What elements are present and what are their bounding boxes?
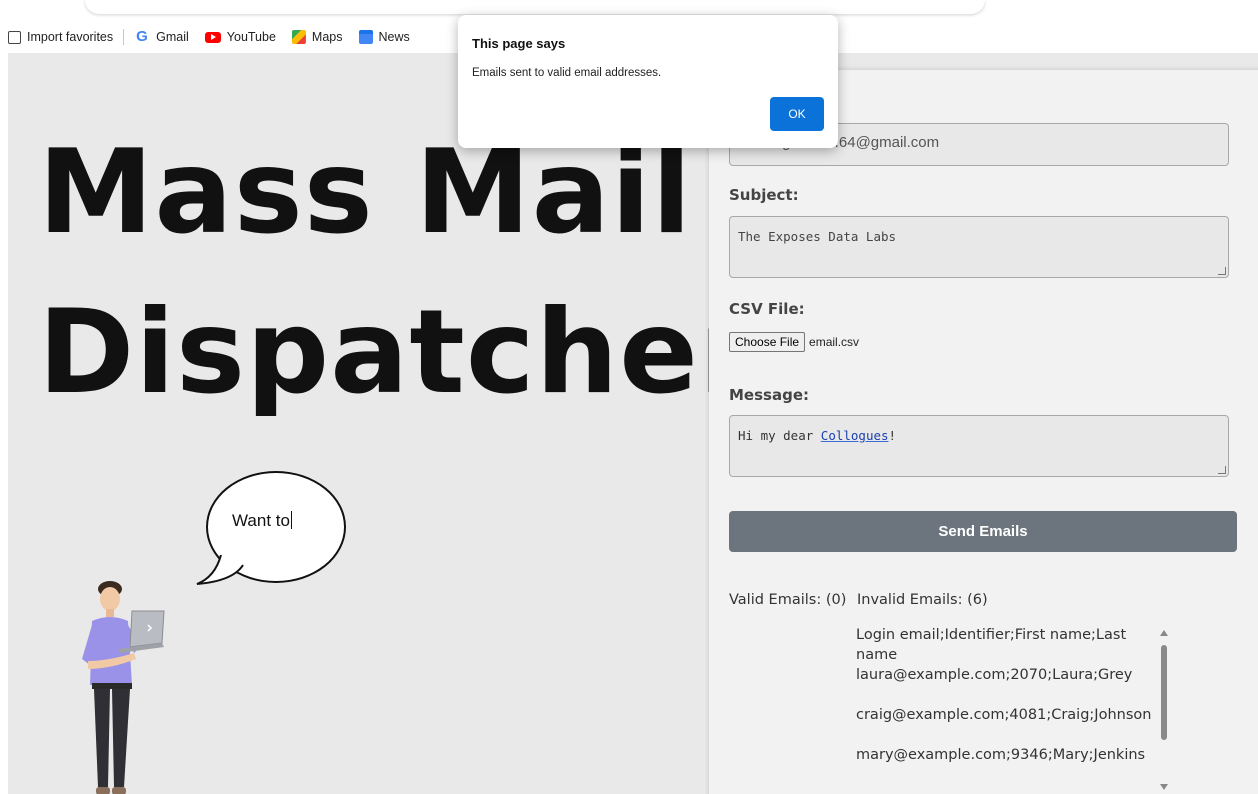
misspelled-word: Collogues (820, 428, 889, 443)
import-icon (8, 30, 21, 44)
choose-file-button[interactable]: Choose File (729, 332, 806, 352)
dialog-title: This page says (472, 36, 566, 51)
bookmark-label: YouTube (226, 30, 276, 44)
email-form-card: zncomgowdu...64@gmail.com Subject: The E… (709, 70, 1258, 794)
valid-emails-count: Valid Emails: (0) (729, 592, 847, 608)
bookmark-youtube[interactable]: YouTube (204, 30, 276, 44)
list-item: Login email;Identifier;First name;Last n… (856, 627, 1127, 663)
csv-file-input: Choose File email.csv (729, 332, 859, 352)
bookmarks-bar: Import favorites G Gmail YouTube Maps Ne… (0, 22, 426, 52)
speech-bubble-tail (196, 555, 244, 585)
scroll-up-arrow-icon[interactable] (1160, 630, 1168, 636)
bookmark-maps[interactable]: Maps (291, 30, 343, 44)
csv-file-label: CSV File: (729, 300, 805, 318)
resize-handle[interactable] (1218, 466, 1226, 474)
bookmark-label: Gmail (156, 30, 189, 44)
send-emails-button[interactable]: Send Emails (729, 511, 1237, 552)
page-content: Mass Mail Dispatcher Want to zncomgowdu.… (8, 53, 1258, 794)
subject-label: Subject: (729, 186, 799, 204)
ok-button[interactable]: OK (770, 97, 824, 131)
speech-bubble-text: Want to (232, 511, 292, 530)
news-icon (358, 30, 373, 44)
google-icon: G (136, 28, 148, 45)
address-bar[interactable] (85, 0, 985, 14)
bookmark-import-favorites[interactable]: Import favorites (8, 30, 113, 44)
maps-icon (291, 30, 306, 44)
resize-handle[interactable] (1218, 267, 1226, 275)
scroll-down-arrow-icon[interactable] (1160, 784, 1168, 790)
selected-file-name: email.csv (809, 335, 860, 349)
dialog-message: Emails sent to valid email addresses. (472, 67, 662, 79)
message-input[interactable]: Hi my dear Collogues! (729, 415, 1229, 477)
message-suffix: ! (888, 428, 897, 443)
email-counts: Valid Emails: (0) Invalid Emails: (6) (729, 592, 994, 608)
list-item: craig@example.com;4081;Craig;Johnson (856, 707, 1152, 723)
youtube-icon (204, 31, 221, 43)
subject-value: The Exposes Data Labs (738, 229, 897, 244)
list-item: laura@example.com;2070;Laura;Grey (856, 667, 1133, 683)
page-title: Mass Mail Dispatcher (38, 113, 757, 433)
bookmark-separator (123, 29, 125, 45)
bookmark-gmail[interactable]: G Gmail (136, 28, 189, 45)
alert-dialog: This page says Emails sent to valid emai… (458, 15, 838, 148)
bookmark-label: Import favorites (27, 30, 114, 44)
title-line-2: Dispatcher (38, 285, 758, 420)
message-prefix: Hi my dear (738, 428, 821, 443)
invalid-emails-count: Invalid Emails: (6) (856, 592, 988, 608)
message-label: Message: (729, 386, 809, 404)
subject-input[interactable]: The Exposes Data Labs (729, 216, 1229, 278)
person-illustration (82, 581, 165, 794)
scroll-thumb[interactable] (1161, 645, 1167, 740)
list-scrollbar[interactable] (1159, 630, 1169, 790)
bookmark-news[interactable]: News (358, 30, 410, 44)
bookmark-label: News (378, 30, 410, 44)
bookmark-label: Maps (311, 30, 343, 44)
text-caret (290, 511, 292, 529)
invalid-emails-list[interactable]: Login email;Identifier;First name;Last n… (856, 623, 1166, 789)
list-item: mary@example.com;9346;Mary;Jenkins (856, 747, 1146, 763)
